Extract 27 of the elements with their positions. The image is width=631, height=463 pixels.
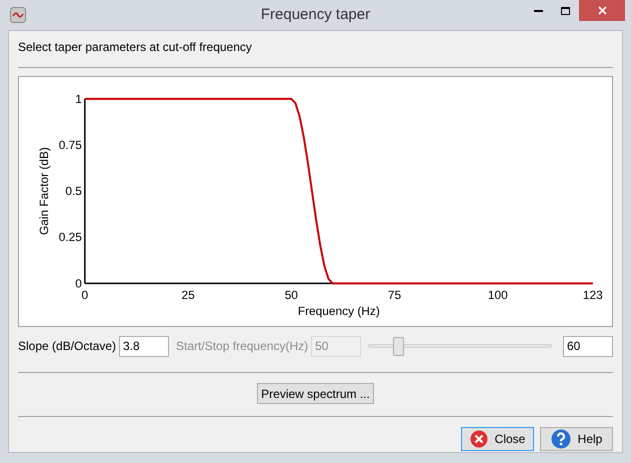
x-tick-label: 75 bbox=[388, 288, 402, 302]
y-tick-label: 0 bbox=[75, 276, 82, 290]
x-tick-label: 50 bbox=[284, 288, 298, 302]
x-tick-label: 123 bbox=[582, 288, 603, 302]
help-icon bbox=[550, 429, 571, 449]
instruction-text: Select taper parameters at cut-off frequency bbox=[18, 39, 253, 54]
y-axis-label: Gain Factor (dB) bbox=[37, 147, 52, 236]
y-tick-label: 1 bbox=[75, 92, 82, 106]
y-tick-label: 0.25 bbox=[58, 230, 82, 244]
preview-spectrum-button[interactable]: Preview spectrum ... bbox=[257, 383, 374, 404]
x-tick-label: 25 bbox=[181, 288, 195, 302]
close-icon bbox=[470, 430, 488, 448]
x-tick-label: 100 bbox=[488, 288, 508, 302]
app-icon bbox=[10, 7, 26, 23]
help-button[interactable]: Help bbox=[540, 427, 613, 451]
close-button[interactable]: Close bbox=[461, 427, 534, 451]
y-tick-label: 0.75 bbox=[58, 138, 82, 152]
frequency-slider[interactable] bbox=[368, 336, 552, 356]
close-window-button[interactable] bbox=[579, 0, 625, 21]
x-tick-label: 0 bbox=[82, 288, 88, 302]
window-title: Frequency taper bbox=[260, 4, 372, 25]
slope-label: Slope (dB/Octave) bbox=[18, 338, 116, 355]
slope-field[interactable]: 3.8 bbox=[119, 336, 170, 356]
close-icon bbox=[598, 6, 606, 15]
x-axis-label: Frequency (Hz) bbox=[298, 304, 380, 318]
start-stop-label: Start/Stop frequency(Hz) bbox=[176, 338, 308, 355]
y-tick-label: 0.5 bbox=[65, 184, 82, 198]
